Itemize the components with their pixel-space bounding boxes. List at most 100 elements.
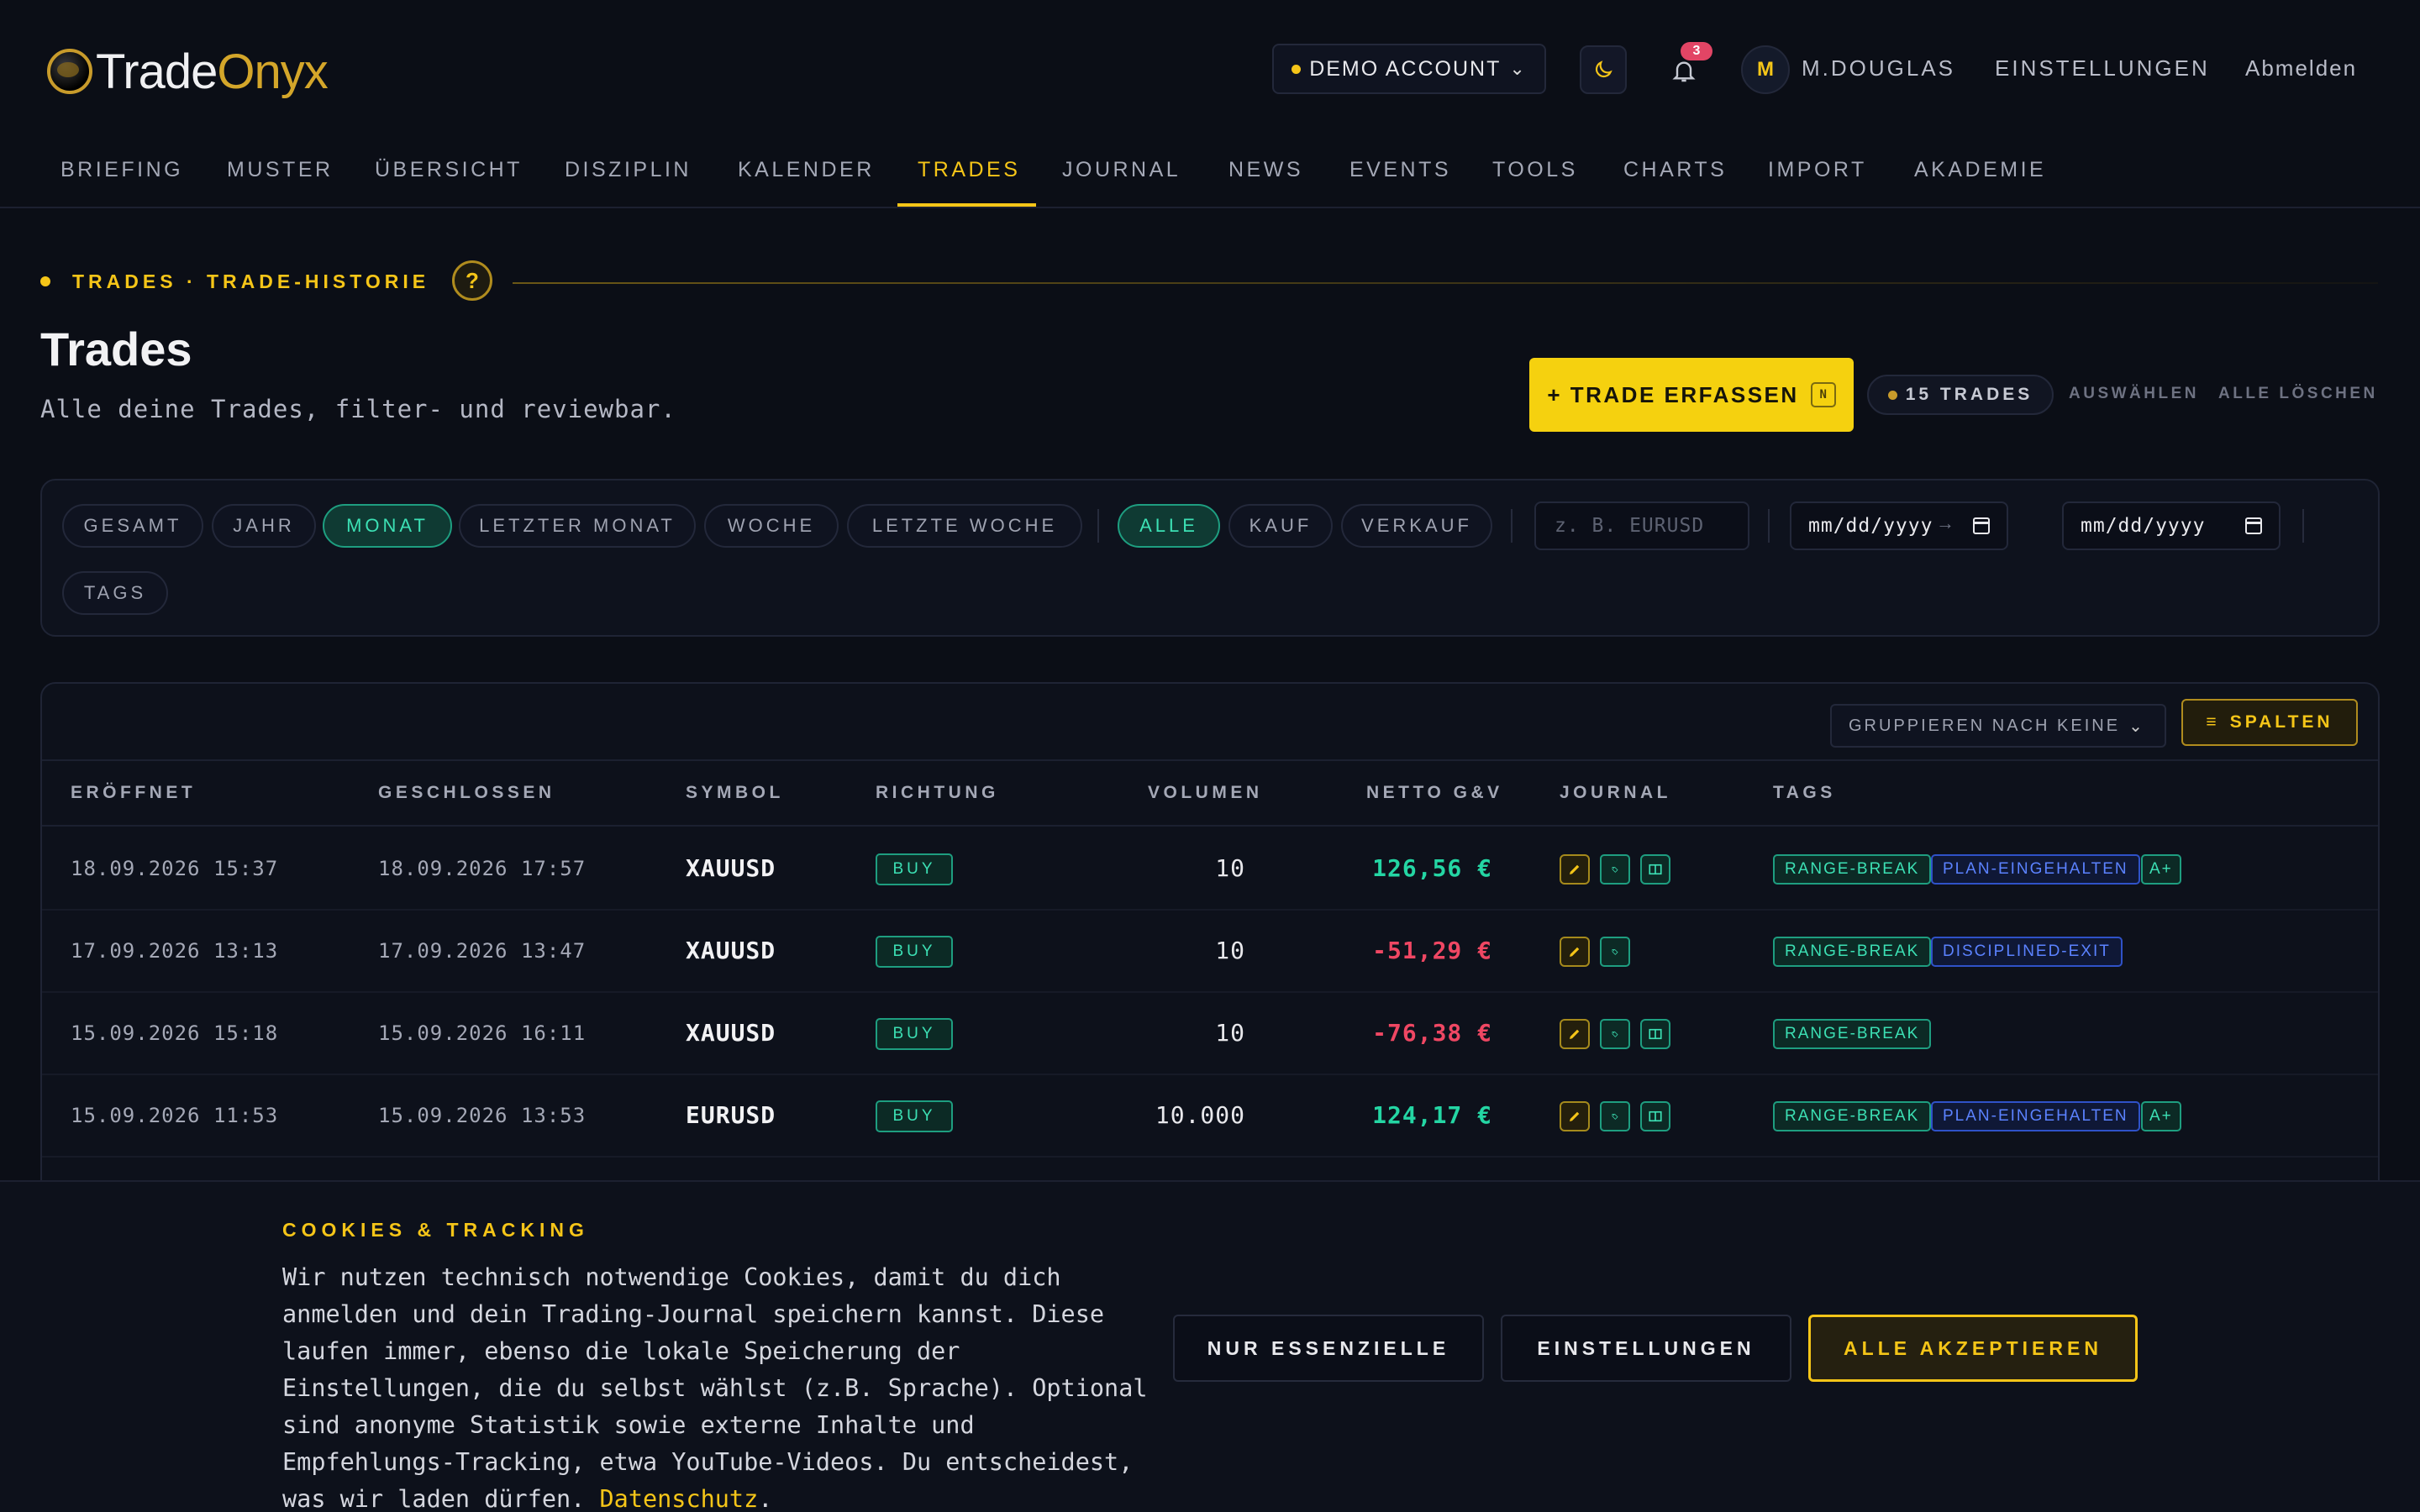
breadcrumb: TRADES · TRADE-HISTORIE xyxy=(40,259,429,304)
breadcrumb-text: TRADES · TRADE-HISTORIE xyxy=(72,270,430,292)
nav-item-events[interactable]: EVENTS xyxy=(1349,158,1451,182)
column-header-volume[interactable]: VOLUMEN xyxy=(1148,783,1263,803)
date-from-value: mm/dd/yyyy xyxy=(1808,515,1933,537)
tag-chip[interactable]: A+ xyxy=(2141,1101,2181,1131)
username[interactable]: M.DOUGLAS xyxy=(1802,55,1955,81)
filter-direction-verkauf[interactable]: VERKAUF xyxy=(1341,504,1492,548)
columns-button[interactable]: ≡ SPALTEN xyxy=(2181,699,2358,746)
avatar[interactable]: M xyxy=(1741,45,1790,94)
date-to-input[interactable]: mm/dd/yyyy xyxy=(2062,501,2281,550)
filter-period-gesamt[interactable]: GESAMT xyxy=(62,504,203,548)
pencil-icon[interactable] xyxy=(1560,854,1590,885)
nav-item-charts[interactable]: CHARTS xyxy=(1623,158,1727,182)
book-icon[interactable] xyxy=(1640,1019,1670,1049)
calendar-icon[interactable] xyxy=(1973,517,1990,534)
pnl-cell: 126,56 € xyxy=(1372,854,1492,882)
tag-icon[interactable] xyxy=(1600,1019,1630,1049)
table-row[interactable]: 18.09.2026 15:37 18.09.2026 17:57 XAUUSD… xyxy=(42,828,2378,911)
tag-chip[interactable]: RANGE-BREAK xyxy=(1773,854,1932,885)
logo[interactable]: TradeOnyx xyxy=(47,42,329,101)
pencil-icon[interactable] xyxy=(1560,937,1590,967)
moon-icon xyxy=(1595,60,1612,78)
logout-link[interactable]: Abmelden xyxy=(2245,55,2357,81)
theme-toggle-button[interactable] xyxy=(1580,45,1627,94)
tag-chip[interactable]: RANGE-BREAK xyxy=(1773,1101,1932,1131)
nav-item-uebersicht[interactable]: ÜBERSICHT xyxy=(375,158,523,182)
logo-accent: Onyx xyxy=(217,44,328,99)
volume-cell: 10.000 xyxy=(1155,1101,1245,1129)
tag-chip[interactable]: RANGE-BREAK xyxy=(1773,1019,1932,1049)
cookie-text: Wir nutzen technisch notwendige Cookies,… xyxy=(282,1259,1156,1512)
select-button[interactable]: AUSWÄHLEN xyxy=(2069,385,2199,403)
tag-icon[interactable] xyxy=(1600,937,1630,967)
table-row[interactable]: 15.09.2026 11:53 15.09.2026 13:53 EURUSD… xyxy=(42,1075,2378,1158)
column-header-opened[interactable]: ERÖFFNET xyxy=(71,783,196,803)
filter-separator xyxy=(2302,509,2304,543)
cookie-banner: COOKIES & TRACKING Wir nutzen technisch … xyxy=(0,1180,2420,1512)
table-row[interactable]: 17.09.2026 13:13 17.09.2026 13:47 XAUUSD… xyxy=(42,911,2378,993)
tag-icon[interactable] xyxy=(1600,854,1630,885)
tag-chip[interactable]: A+ xyxy=(2141,854,2181,885)
volume-cell: 10 xyxy=(1215,854,1245,882)
nav-item-import[interactable]: IMPORT xyxy=(1768,158,1867,182)
pencil-icon[interactable] xyxy=(1560,1101,1590,1131)
nav-item-news[interactable]: NEWS xyxy=(1228,158,1303,182)
filter-separator xyxy=(1097,509,1099,543)
group-by-select[interactable]: GRUPPIEREN NACH KEINE ⌄ xyxy=(1830,704,2166,748)
privacy-link[interactable]: Datenschutz xyxy=(600,1485,759,1512)
page-title: Trades xyxy=(40,323,192,375)
column-header-symbol[interactable]: SYMBOL xyxy=(686,783,784,803)
column-header-direction[interactable]: RICHTUNG xyxy=(876,783,999,803)
tag-chip[interactable]: PLAN-EINGEHALTEN xyxy=(1931,1101,2140,1131)
filter-period-jahr[interactable]: JAHR xyxy=(212,504,316,548)
calendar-icon[interactable] xyxy=(2245,517,2262,534)
help-button[interactable]: ? xyxy=(452,260,492,301)
filter-period-letzter-monat[interactable]: LETZTER MONAT xyxy=(459,504,696,548)
filter-direction-alle[interactable]: ALLE xyxy=(1118,504,1220,548)
essential-only-button[interactable]: NUR ESSENZIELLE xyxy=(1173,1315,1484,1382)
nav-item-journal[interactable]: JOURNAL xyxy=(1062,158,1181,182)
tag-chip[interactable]: DISCIPLINED-EXIT xyxy=(1931,937,2123,967)
filter-tags-button[interactable]: TAGS xyxy=(62,571,168,615)
chevron-down-icon: ⌄ xyxy=(1509,58,1527,79)
cookie-settings-button[interactable]: EINSTELLUNGEN xyxy=(1501,1315,1791,1382)
filter-panel: GESAMT JAHR MONAT LETZTER MONAT WOCHE LE… xyxy=(40,479,2380,637)
filter-period-woche[interactable]: WOCHE xyxy=(704,504,839,548)
direction-badge: BUY xyxy=(876,936,953,968)
filter-period-letzte-woche[interactable]: LETZTE WOCHE xyxy=(847,504,1082,548)
tag-icon[interactable] xyxy=(1600,1101,1630,1131)
account-status-dot xyxy=(1292,64,1302,74)
closed-cell: 17.09.2026 13:47 xyxy=(378,939,587,963)
symbol-search-input[interactable] xyxy=(1534,501,1749,550)
table-row[interactable]: 15.09.2026 15:18 15.09.2026 16:11 XAUUSD… xyxy=(42,993,2378,1075)
nav-item-kalender[interactable]: KALENDER xyxy=(738,158,875,182)
symbol-cell: XAUUSD xyxy=(686,1019,776,1047)
book-icon[interactable] xyxy=(1640,1101,1670,1131)
nav-item-briefing[interactable]: BRIEFING xyxy=(60,158,183,182)
column-header-closed[interactable]: GESCHLOSSEN xyxy=(378,783,555,803)
filter-direction-kauf[interactable]: KAUF xyxy=(1228,504,1333,548)
symbol-cell: XAUUSD xyxy=(686,854,776,882)
pencil-icon[interactable] xyxy=(1560,1019,1590,1049)
bell-icon xyxy=(1672,61,1696,82)
accept-all-button[interactable]: ALLE AKZEPTIEREN xyxy=(1808,1315,2138,1382)
nav-item-akademie[interactable]: AKADEMIE xyxy=(1914,158,2046,182)
date-to-value: mm/dd/yyyy xyxy=(2081,515,2206,537)
column-header-net-pnl[interactable]: NETTO G&V xyxy=(1366,783,1503,803)
tag-chip[interactable]: RANGE-BREAK xyxy=(1773,937,1932,967)
globe-icon xyxy=(47,49,92,94)
nav-item-muster[interactable]: MUSTER xyxy=(227,158,334,182)
book-icon[interactable] xyxy=(1640,854,1670,885)
date-from-input[interactable]: mm/dd/yyyy xyxy=(1790,501,2008,550)
nav-item-tools[interactable]: TOOLS xyxy=(1492,158,1578,182)
pnl-cell: -51,29 € xyxy=(1372,937,1492,964)
filter-period-monat[interactable]: MONAT xyxy=(323,504,452,548)
nav-item-disziplin[interactable]: DISZIPLIN xyxy=(565,158,692,182)
nav-item-trades[interactable]: TRADES xyxy=(918,158,1020,182)
notification-count-badge: 3 xyxy=(1681,42,1712,60)
delete-all-button[interactable]: ALLE LÖSCHEN xyxy=(2218,385,2378,403)
tag-chip[interactable]: PLAN-EINGEHALTEN xyxy=(1931,854,2140,885)
settings-link[interactable]: EINSTELLUNGEN xyxy=(1995,55,2210,81)
add-trade-button[interactable]: + TRADE ERFASSEN N xyxy=(1529,358,1854,432)
account-switcher[interactable]: DEMO ACCOUNT ⌄ xyxy=(1272,44,1546,94)
